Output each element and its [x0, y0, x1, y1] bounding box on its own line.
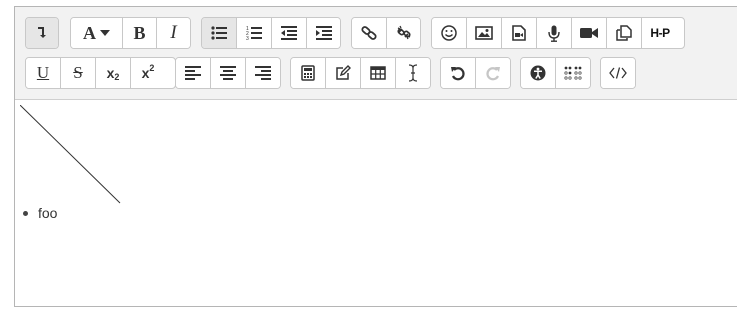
bold-button[interactable]: B	[123, 18, 157, 48]
video-camera-icon	[580, 28, 598, 38]
toolbar-group-history	[440, 57, 511, 89]
subscript-label: x	[106, 65, 115, 81]
svg-text:3: 3	[246, 36, 249, 41]
font-style-label: A	[83, 22, 96, 43]
h5p-label: H-P	[650, 26, 670, 40]
edit-button[interactable]	[326, 58, 361, 88]
smiley-icon	[441, 25, 457, 41]
toolbar-group-align	[175, 57, 281, 89]
accessibility-icon	[530, 65, 546, 81]
link-icon	[361, 26, 377, 40]
media-button[interactable]	[502, 18, 537, 48]
accessibility-checker-button[interactable]	[521, 58, 556, 88]
bold-label: B	[133, 22, 146, 43]
bullet-icon	[23, 210, 28, 216]
braille-icon	[564, 66, 582, 80]
manage-files-button[interactable]	[607, 18, 642, 48]
align-left-icon	[185, 66, 201, 80]
strikethrough-button[interactable]: S	[61, 58, 96, 88]
toolbar-group-html	[600, 57, 636, 89]
toolbar-group-text-style: A B I	[70, 17, 191, 49]
font-style-button[interactable]: A	[71, 18, 123, 48]
outdent-button[interactable]	[272, 18, 307, 48]
unordered-list-icon	[211, 26, 227, 40]
record-audio-button[interactable]	[537, 18, 572, 48]
list-item: foo	[23, 205, 57, 221]
toolbar-group-media: H-P	[431, 17, 685, 49]
toolbar-group-accessibility	[520, 57, 591, 89]
file-video-icon	[512, 25, 526, 41]
toolbar-group-lists: 123	[201, 17, 341, 49]
table-icon	[370, 66, 386, 80]
toolbar-group-text-format: U S x2 x2	[25, 57, 176, 89]
calculator-icon	[301, 65, 315, 81]
image-icon	[475, 26, 493, 40]
code-icon	[609, 67, 627, 79]
bullet-list: foo	[23, 205, 57, 221]
italic-label: I	[170, 22, 177, 43]
chevron-down-icon	[100, 30, 110, 36]
unordered-list-button[interactable]	[202, 18, 237, 48]
collapse-toolbar-icon	[38, 27, 46, 38]
link-button[interactable]	[352, 18, 387, 48]
toolbar-group-collapse	[25, 17, 59, 49]
subscript-mark: 2	[114, 72, 120, 82]
italic-button[interactable]: I	[157, 18, 190, 48]
record-video-button[interactable]	[572, 18, 607, 48]
superscript-mark: 2	[149, 63, 155, 73]
screenreader-helper-button[interactable]	[556, 58, 590, 88]
undo-icon	[451, 67, 465, 81]
ordered-list-button[interactable]: 123	[237, 18, 272, 48]
toolbar-group-insert	[290, 57, 431, 89]
ordered-list-icon: 123	[246, 26, 262, 41]
superscript-label: x	[141, 65, 150, 81]
equation-button[interactable]	[291, 58, 326, 88]
text-cursor-icon	[408, 64, 418, 82]
table-button[interactable]	[361, 58, 396, 88]
unlink-icon	[396, 25, 411, 40]
toolbar-group-links	[351, 17, 421, 49]
indent-icon	[315, 26, 332, 40]
underline-label: U	[36, 63, 50, 82]
redo-button[interactable]	[476, 58, 510, 88]
indent-button[interactable]	[307, 18, 340, 48]
clear-formatting-button[interactable]	[396, 58, 430, 88]
redo-icon	[486, 67, 500, 81]
align-center-icon	[220, 66, 236, 80]
editor-content-area[interactable]: foo	[15, 100, 737, 306]
drawn-line	[20, 105, 121, 204]
list-item-text: foo	[38, 205, 58, 221]
rich-text-editor: A B I 123 H-P U S x 2 x 2 foo	[14, 6, 737, 307]
collapse-toolbar-button[interactable]	[26, 18, 58, 48]
subscript-button[interactable]: x2	[96, 58, 131, 88]
superscript-button[interactable]: x2	[131, 58, 165, 88]
strikethrough-label: S	[73, 63, 83, 82]
unlink-button[interactable]	[387, 18, 420, 48]
align-left-button[interactable]	[176, 58, 211, 88]
microphone-icon	[548, 25, 560, 42]
undo-button[interactable]	[441, 58, 476, 88]
underline-button[interactable]: U	[26, 58, 61, 88]
image-button[interactable]	[467, 18, 502, 48]
html-source-button[interactable]	[601, 58, 635, 88]
emoticon-button[interactable]	[432, 18, 467, 48]
align-right-icon	[255, 66, 271, 80]
pencil-square-icon	[336, 65, 351, 80]
outdent-icon	[281, 26, 297, 40]
align-center-button[interactable]	[211, 58, 246, 88]
align-right-button[interactable]	[246, 58, 280, 88]
files-icon	[616, 25, 632, 41]
editor-toolbar: A B I 123 H-P U S x 2 x 2	[15, 7, 737, 100]
h5p-button[interactable]: H-P	[642, 18, 678, 48]
